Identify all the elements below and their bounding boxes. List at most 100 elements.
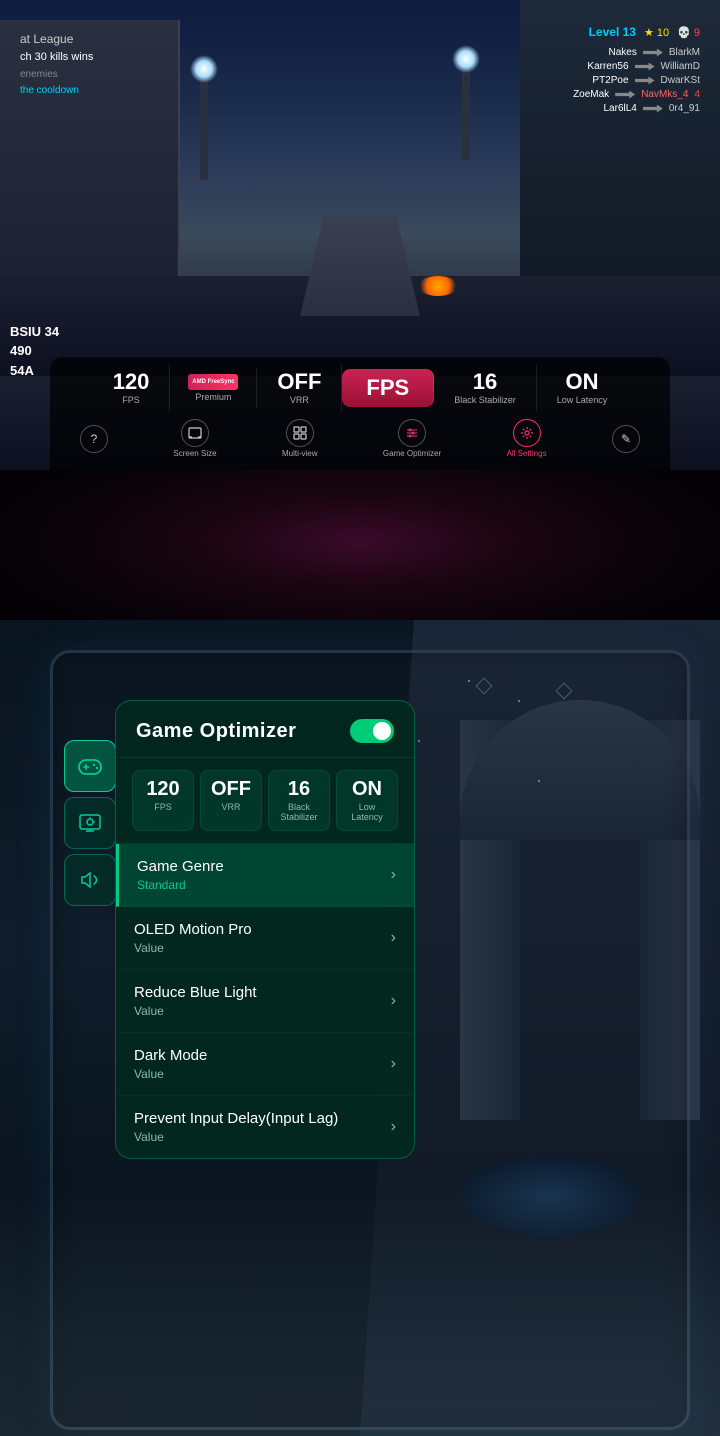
bottom-game-section: Game Optimizer 120 FPS OFF VRR 16 Black … — [0, 620, 720, 1436]
chevron-right-icon: › — [391, 1118, 396, 1136]
menu-item-title: Dark Mode — [134, 1047, 207, 1064]
level-text: Level 13 — [589, 25, 636, 39]
qs-vrr-value: OFF — [207, 779, 255, 799]
qs-vrr-label: VRR — [207, 802, 255, 812]
score-line1: BSIU 34 — [10, 322, 59, 342]
chevron-right-icon: › — [391, 992, 396, 1010]
edit-icon[interactable]: ✎ — [612, 425, 640, 453]
street-light-glow-1 — [190, 55, 218, 83]
qs-fps-label: FPS — [139, 802, 187, 812]
hud-top-left: at League ch 30 kills wins enemies the c… — [20, 30, 93, 99]
menu-item-value: Value — [134, 1130, 338, 1144]
chevron-right-icon: › — [391, 929, 396, 947]
latency-label: Low Latency — [557, 395, 608, 405]
score-row: Nakes BlarkM — [587, 47, 700, 58]
menu-item-content: Dark Mode Value — [134, 1047, 207, 1081]
help-icon[interactable]: ? — [80, 425, 108, 453]
weapon-icon — [635, 77, 655, 85]
qs-latency-label: Low Latency — [343, 802, 391, 822]
all-settings-icon[interactable] — [513, 419, 541, 447]
qs-vrr: OFF VRR — [200, 770, 262, 831]
chevron-right-icon: › — [391, 866, 396, 884]
vrr-label: VRR — [290, 395, 309, 405]
toggle-knob — [373, 722, 391, 740]
multi-view-label: Multi-view — [282, 449, 318, 458]
audio-button[interactable] — [64, 854, 116, 906]
vrr-stat: OFF VRR — [257, 365, 342, 411]
edit-ctrl[interactable]: ✎ — [612, 425, 640, 453]
player-character — [300, 216, 420, 316]
qs-bs-label: Black Stabilizer — [275, 802, 323, 822]
game-optimizer-icon[interactable] — [398, 419, 426, 447]
weapon-icon — [635, 63, 655, 71]
menu-item-game-genre[interactable]: Game Genre Standard › — [116, 844, 414, 907]
hud-top-right: Level 13 ★ 10 💀 9 Nakes BlarkM Karren56 … — [559, 25, 700, 114]
freesync-logo: AMD FreeSync — [188, 374, 238, 390]
screen-size-ctrl[interactable]: Screen Size — [173, 419, 216, 458]
optimizer-title: Game Optimizer — [136, 720, 296, 743]
gamepad-button[interactable] — [64, 740, 116, 792]
qs-fps-value: 120 — [139, 779, 187, 799]
street-light-glow-2 — [452, 45, 480, 73]
fps-label: FPS — [122, 395, 140, 405]
freesync-label: Premium — [195, 392, 231, 402]
menu-item-value: Value — [134, 941, 252, 955]
menu-item-title: Reduce Blue Light — [134, 984, 257, 1001]
menu-item-content: OLED Motion Pro Value — [134, 921, 252, 955]
fps-value: 120 — [113, 371, 150, 393]
optimizer-toggle[interactable] — [350, 719, 394, 743]
score-row: PT2Poe DwarKSt — [579, 75, 700, 86]
menu-item-title: Game Genre — [137, 858, 224, 875]
menu-item-prevent-input-delay[interactable]: Prevent Input Delay(Input Lag) Value › — [116, 1096, 414, 1158]
all-settings-ctrl[interactable]: All Settings — [507, 419, 547, 458]
menu-item-reduce-blue-light[interactable]: Reduce Blue Light Value › — [116, 970, 414, 1033]
top-game-section: at League ch 30 kills wins enemies the c… — [0, 0, 720, 470]
chevron-right-icon: › — [391, 1055, 396, 1073]
bs-label: Black Stabilizer — [454, 395, 516, 405]
screen-size-label: Screen Size — [173, 449, 216, 458]
menu-item-title: OLED Motion Pro — [134, 921, 252, 938]
enemies-label: enemies — [20, 67, 93, 83]
score-line2: 490 — [10, 341, 59, 361]
score-row: ZoeMak NavMks_4 4 — [559, 89, 700, 100]
screen-size-icon[interactable] — [181, 419, 209, 447]
multi-view-ctrl[interactable]: Multi-view — [282, 419, 318, 458]
optimizer-panel: Game Optimizer 120 FPS OFF VRR 16 Black … — [115, 700, 415, 1159]
level-badge: Level 13 ★ 10 💀 9 — [559, 25, 700, 39]
menu-item-value: Value — [134, 1067, 207, 1081]
hud-bottom: 120 FPS AMD FreeSync Premium OFF VRR FPS… — [50, 357, 670, 470]
vrr-value: OFF — [277, 371, 321, 393]
display-button[interactable] — [64, 797, 116, 849]
match-name: at League — [20, 30, 93, 49]
ice-ground — [0, 1186, 720, 1436]
menu-section: Game Genre Standard › OLED Motion Pro Va… — [116, 844, 414, 1158]
quick-stats: 120 FPS OFF VRR 16 Black Stabilizer ON L… — [116, 758, 414, 844]
bs-value: 16 — [473, 371, 497, 393]
kill-info: ch 30 kills wins — [20, 49, 93, 67]
all-settings-label: All Settings — [507, 449, 547, 458]
help-ctrl[interactable]: ? — [80, 425, 108, 453]
weapon-icon — [643, 49, 663, 57]
menu-item-content: Reduce Blue Light Value — [134, 984, 257, 1018]
latency-value: ON — [566, 371, 599, 393]
qs-bs-value: 16 — [275, 779, 323, 799]
optimizer-header: Game Optimizer — [116, 701, 414, 758]
fps-mode-stat: FPS — [342, 369, 434, 407]
menu-item-oled-motion[interactable]: OLED Motion Pro Value › — [116, 907, 414, 970]
fps-mode-value: FPS — [366, 377, 409, 399]
qs-fps: 120 FPS — [132, 770, 194, 831]
menu-item-dark-mode[interactable]: Dark Mode Value › — [116, 1033, 414, 1096]
cooldown-text: the cooldown — [20, 83, 93, 99]
menu-item-value: Value — [134, 1004, 257, 1018]
multi-view-icon[interactable] — [286, 419, 314, 447]
score-row: Lar6lL4 0r4_91 — [587, 103, 700, 114]
weapon-icon — [615, 91, 635, 99]
qs-bs: 16 Black Stabilizer — [268, 770, 330, 831]
score-row: Karren56 WilliamD — [579, 61, 700, 72]
menu-item-content: Game Genre Standard — [137, 858, 224, 892]
star-count: ★ 10 — [644, 26, 669, 39]
menu-item-title: Prevent Input Delay(Input Lag) — [134, 1110, 338, 1127]
game-optimizer-ctrl[interactable]: Game Optimizer — [383, 419, 441, 458]
menu-item-content: Prevent Input Delay(Input Lag) Value — [134, 1110, 338, 1144]
stats-row: 120 FPS AMD FreeSync Premium OFF VRR FPS… — [70, 365, 650, 411]
